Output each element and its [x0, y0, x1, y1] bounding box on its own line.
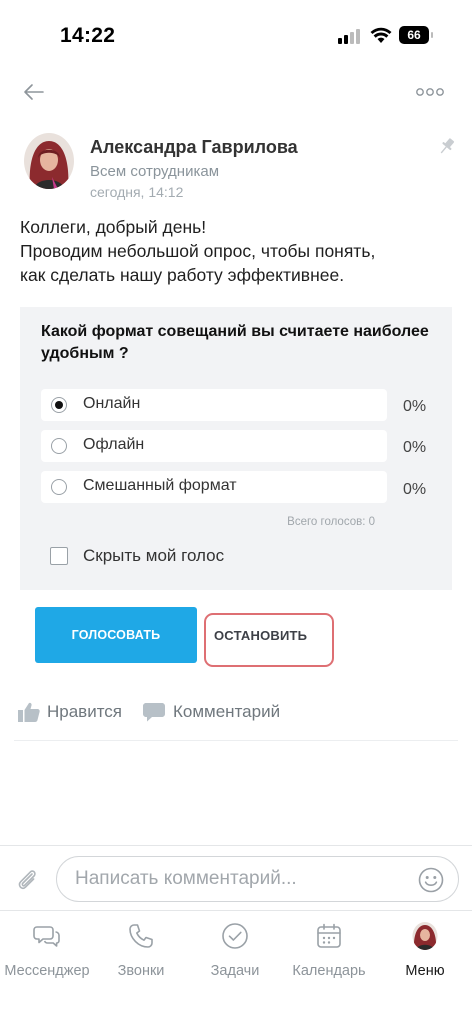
tab-calendar[interactable]: Календарь	[282, 922, 376, 979]
like-label[interactable]: Нравится	[47, 702, 122, 722]
tab-label: Меню	[405, 963, 445, 979]
hide-vote-label[interactable]: Скрыть мой голос	[83, 546, 224, 566]
post-body: Коллеги, добрый день! Проводим небольшой…	[20, 215, 460, 287]
avatar-icon	[412, 922, 438, 950]
author-name[interactable]: Александра Гаврилова	[90, 137, 298, 158]
stop-poll-button[interactable]: ОСТАНОВИТЬ	[204, 613, 334, 667]
tab-messenger[interactable]: Мессенджер	[0, 922, 94, 979]
phone-icon	[129, 924, 153, 948]
smile-icon[interactable]	[418, 867, 444, 893]
post-audience: Всем сотрудникам	[90, 163, 220, 180]
tab-tasks[interactable]: Задачи	[188, 922, 282, 979]
poll-option-mixed[interactable]: Смешанный формат	[41, 471, 387, 503]
radio-icon[interactable]	[51, 438, 67, 454]
tab-label: Задачи	[210, 963, 260, 979]
radio-icon[interactable]	[51, 479, 67, 495]
tab-label: Мессенджер	[4, 963, 90, 979]
comment-placeholder[interactable]: Написать комментарий...	[75, 868, 297, 890]
tab-calls[interactable]: Звонки	[94, 922, 188, 979]
tab-label: Календарь	[292, 963, 366, 979]
poll-option-percent: 0%	[403, 439, 427, 456]
status-bar: 14:22 66	[0, 0, 472, 72]
thumbs-up-icon	[18, 702, 40, 722]
poll-option-offline[interactable]: Офлайн	[41, 430, 387, 462]
post-date: сегодня, 14:12	[90, 184, 184, 200]
post-text-line: Проводим небольшой опрос, чтобы понять,	[20, 241, 376, 261]
tab-menu[interactable]: Меню	[378, 922, 472, 979]
poll-option-label: Офлайн	[83, 436, 145, 453]
comment-input[interactable]: Написать комментарий...	[56, 856, 459, 902]
more-dots-icon[interactable]	[416, 87, 444, 97]
poll-option-percent: 0%	[403, 398, 427, 415]
poll-option-percent: 0%	[403, 481, 427, 498]
poll-option-label: Онлайн	[83, 395, 141, 412]
post-text-line: Коллеги, добрый день!	[20, 217, 207, 237]
chat-icon	[33, 926, 60, 947]
arrow-left-icon[interactable]	[22, 80, 46, 104]
reactions-bar: Нравится Комментарий	[18, 700, 458, 724]
poll-card: Какой формат совещаний вы считаете наибо…	[20, 307, 452, 590]
votes-total: Всего голосов: 0	[287, 516, 375, 528]
pin-icon[interactable]	[437, 136, 457, 156]
radio-selected-icon[interactable]	[51, 397, 67, 413]
comment-bubble-icon	[143, 703, 165, 722]
comment-bar: Написать комментарий...	[0, 845, 472, 911]
checkbox-icon[interactable]	[50, 547, 68, 565]
vote-button[interactable]: ГОЛОСОВАТЬ	[35, 607, 197, 663]
cellular-signal-icon	[338, 28, 362, 44]
tab-bar: Мессенджер Звонки Задачи Календарь Меню	[0, 912, 472, 1024]
tab-label: Звонки	[117, 963, 165, 979]
wifi-icon	[370, 27, 392, 43]
poll-question: Какой формат совещаний вы считаете наибо…	[41, 323, 429, 362]
battery-icon: 66	[399, 26, 433, 44]
divider	[14, 740, 458, 741]
paperclip-icon[interactable]	[14, 867, 40, 893]
status-time: 14:22	[60, 24, 116, 47]
poll-option-label: Смешанный формат	[83, 477, 237, 494]
post-text-line: как сделать нашу работу эффективнее.	[20, 265, 345, 285]
calendar-icon	[317, 923, 341, 948]
poll-option-online[interactable]: Онлайн	[41, 389, 387, 421]
check-circle-icon	[222, 923, 248, 949]
comment-label[interactable]: Комментарий	[173, 702, 280, 722]
author-avatar[interactable]	[24, 133, 74, 189]
